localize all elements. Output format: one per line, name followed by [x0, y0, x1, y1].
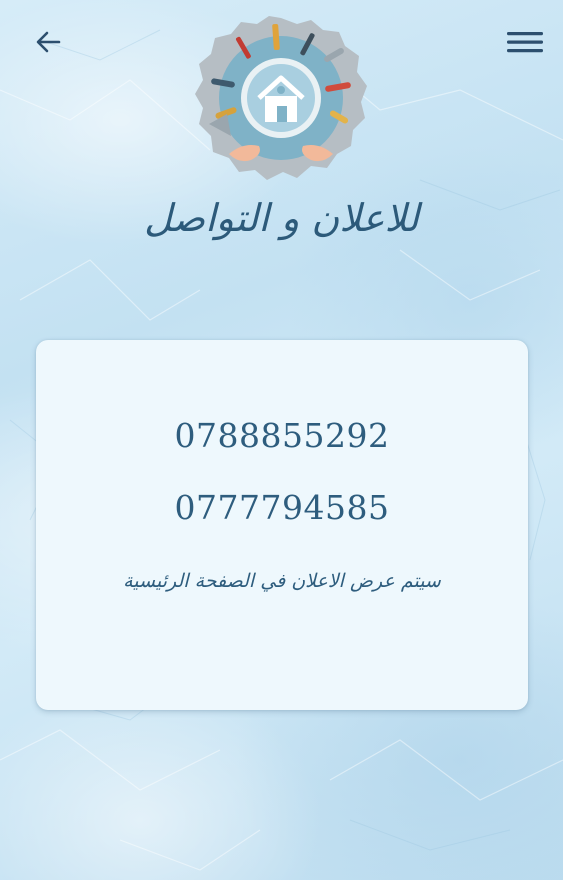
ad-display-note: سيتم عرض الاعلان في الصفحة الرئيسية [123, 570, 441, 592]
hamburger-menu-icon [507, 32, 543, 53]
contact-card: 0788855292 0777794585 سيتم عرض الاعلان ف… [36, 340, 528, 710]
home-tools-logo [195, 16, 367, 180]
page-title: للاعلان و التواصل [144, 196, 419, 240]
phone-number-secondary[interactable]: 0777794585 [36, 488, 528, 527]
back-button[interactable] [28, 22, 68, 62]
arrow-left-icon [36, 31, 61, 53]
menu-button[interactable] [505, 22, 545, 62]
phone-number-primary[interactable]: 0788855292 [36, 416, 528, 455]
